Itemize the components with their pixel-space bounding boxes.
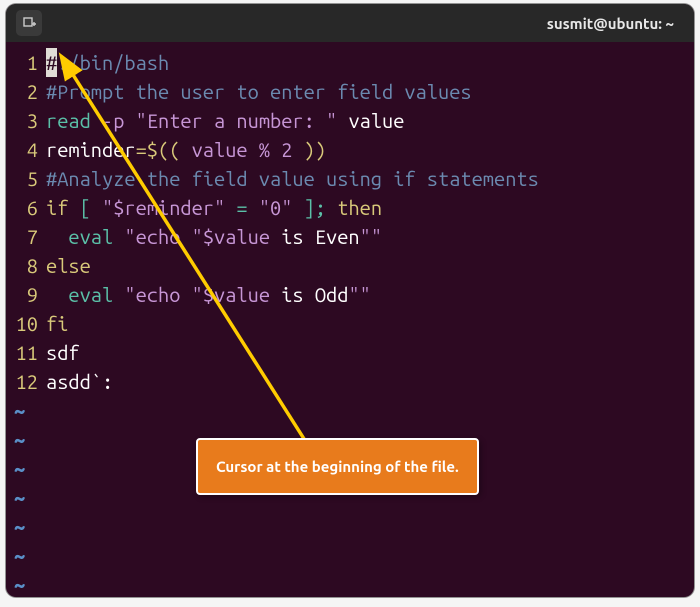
code-line: 12asdd`: bbox=[10, 367, 690, 396]
annotation-text: Cursor at the beginning of the file. bbox=[216, 458, 459, 475]
annotation-callout: Cursor at the beginning of the file. bbox=[196, 438, 479, 495]
tilde-marker: ~ bbox=[10, 541, 25, 570]
code-text: #Prompt the user to enter field values bbox=[46, 77, 472, 106]
line-number: 11 bbox=[10, 338, 46, 367]
code-line: 10fi bbox=[10, 309, 690, 338]
empty-line: ~ bbox=[10, 541, 690, 570]
line-number: 10 bbox=[10, 309, 46, 338]
code-text: #!/bin/bash bbox=[46, 48, 169, 77]
code-text: asdd`: bbox=[46, 367, 113, 396]
line-number: 1 bbox=[10, 48, 46, 77]
code-line: 5#Analyze the field value using if state… bbox=[10, 164, 690, 193]
tilde-marker: ~ bbox=[10, 454, 25, 483]
terminal-window: susmit@ubuntu: ~ 1#!/bin/bash 2#Prompt t… bbox=[6, 4, 694, 597]
tilde-marker: ~ bbox=[10, 512, 25, 541]
new-tab-button[interactable] bbox=[16, 10, 42, 36]
code-text: #Analyze the field value using if statem… bbox=[46, 164, 539, 193]
code-line: 11sdf bbox=[10, 338, 690, 367]
code-line: 6if [ "$reminder" = "0" ]; then bbox=[10, 193, 690, 222]
titlebar: susmit@ubuntu: ~ bbox=[6, 4, 694, 42]
line-number: 8 bbox=[10, 251, 46, 280]
cursor: # bbox=[46, 48, 57, 77]
code-line: 2#Prompt the user to enter field values bbox=[10, 77, 690, 106]
code-line: 8else bbox=[10, 251, 690, 280]
code-text: read -p "Enter a number: " value bbox=[46, 106, 404, 135]
code-text: fi bbox=[46, 309, 68, 338]
tilde-marker: ~ bbox=[10, 396, 25, 425]
code-text: else bbox=[46, 251, 91, 280]
line-number: 3 bbox=[10, 106, 46, 135]
line-number: 5 bbox=[10, 164, 46, 193]
line-number: 12 bbox=[10, 367, 46, 396]
code-text: if [ "$reminder" = "0" ]; then bbox=[46, 193, 382, 222]
line-number: 7 bbox=[10, 222, 46, 251]
code-line: 9 eval "echo "$value is Odd"" bbox=[10, 280, 690, 309]
code-line: 1#!/bin/bash bbox=[10, 48, 690, 77]
empty-line: ~ bbox=[10, 570, 690, 597]
window-title: susmit@ubuntu: ~ bbox=[50, 15, 684, 32]
line-number: 4 bbox=[10, 135, 46, 164]
code-line: 4reminder=$(( value % 2 )) bbox=[10, 135, 690, 164]
line-number: 6 bbox=[10, 193, 46, 222]
code-line: 7 eval "echo "$value is Even"" bbox=[10, 222, 690, 251]
line-number: 9 bbox=[10, 280, 46, 309]
empty-line: ~ bbox=[10, 512, 690, 541]
code-text: sdf bbox=[46, 338, 80, 367]
empty-line: ~ bbox=[10, 396, 690, 425]
code-line: 3read -p "Enter a number: " value bbox=[10, 106, 690, 135]
tilde-marker: ~ bbox=[10, 570, 25, 597]
line-number: 2 bbox=[10, 77, 46, 106]
tilde-marker: ~ bbox=[10, 483, 25, 512]
tilde-marker: ~ bbox=[10, 425, 25, 454]
code-text: reminder=$(( value % 2 )) bbox=[46, 135, 326, 164]
new-tab-icon bbox=[22, 16, 36, 30]
code-text: eval "echo "$value is Odd"" bbox=[46, 280, 371, 309]
code-text: eval "echo "$value is Even"" bbox=[46, 222, 382, 251]
editor-viewport[interactable]: 1#!/bin/bash 2#Prompt the user to enter … bbox=[6, 42, 694, 597]
